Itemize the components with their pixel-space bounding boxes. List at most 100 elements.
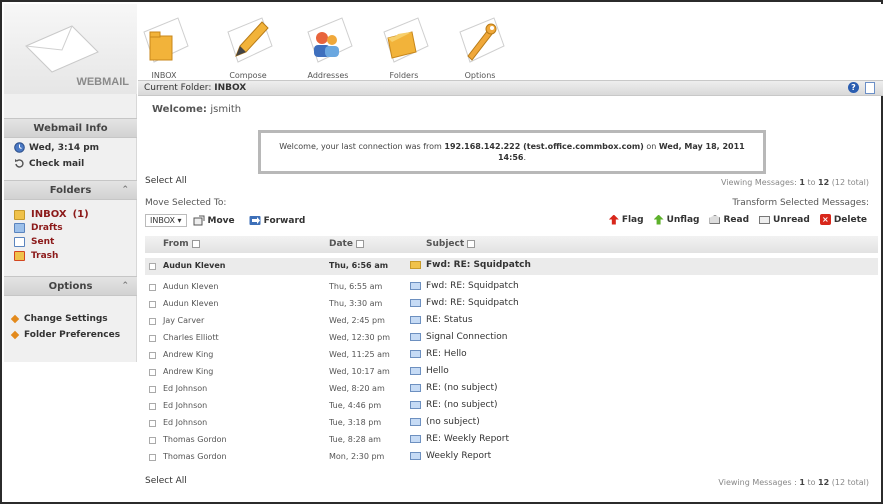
sidebar-folder-trash[interactable]: Trash	[14, 251, 58, 261]
row-checkbox[interactable]	[149, 420, 156, 427]
row-checkbox[interactable]	[149, 263, 156, 270]
last-connection-box: Welcome, your last connection was from 1…	[258, 130, 766, 174]
row-date: Tue, 8:28 am	[329, 435, 381, 444]
row-subject: Fwd: RE: Squidpatch	[410, 298, 519, 308]
row-subject-text: Fwd: RE: Squidpatch	[426, 281, 519, 291]
move-button[interactable]: Move	[193, 215, 235, 226]
row-checkbox[interactable]	[149, 301, 156, 308]
row-from: Audun Kleven	[163, 282, 219, 291]
check-mail-link[interactable]: Check mail	[14, 158, 84, 169]
table-row[interactable]: Charles Elliott Wed, 12:30 pm Signal Conne…	[145, 330, 878, 347]
unread-button[interactable]: Unread	[759, 215, 810, 225]
read-envelope-icon	[410, 333, 421, 341]
compose-pencil-icon	[227, 17, 273, 63]
toolbar-folders[interactable]: Folders	[374, 16, 434, 80]
current-folder-name: INBOX	[214, 83, 247, 93]
table-row[interactable]: Jay Carver Wed, 2:45 pm RE: Status	[145, 313, 878, 330]
row-checkbox[interactable]	[149, 284, 156, 291]
table-row[interactable]: Ed Johnson Wed, 8:20 am RE: (no subject)	[145, 381, 878, 398]
column-from-label: From	[163, 239, 189, 249]
column-from[interactable]: From	[163, 239, 200, 249]
current-folder-prefix: Current Folder:	[144, 83, 212, 93]
table-row[interactable]: Ed Johnson Tue, 4:46 pm RE: (no subject)	[145, 398, 878, 415]
sort-date-icon[interactable]	[355, 240, 364, 248]
table-row[interactable]: Audun Kleven Thu, 6:56 am Fwd: RE: Squidpa…	[145, 258, 878, 275]
inbox-count: (1)	[72, 209, 89, 220]
row-date: Mon, 2:30 pm	[329, 452, 385, 461]
unflag-icon	[653, 214, 664, 225]
delete-button[interactable]: × Delete	[819, 214, 867, 225]
read-button[interactable]: Read	[709, 215, 749, 225]
table-row[interactable]: Andrew King Wed, 11:25 am RE: Hello	[145, 347, 878, 364]
last-conn-text-mid: on	[643, 142, 659, 151]
viewing-to: 12	[818, 178, 830, 187]
table-row[interactable]: Andrew King Wed, 10:17 am Hello	[145, 364, 878, 381]
unflag-button[interactable]: Unflag	[653, 214, 700, 225]
transform-selected-label: Transform Selected Messages:	[732, 198, 869, 208]
table-row[interactable]: Thomas Gordon Mon, 2:30 pm Weekly Report	[145, 449, 878, 466]
read-envelope-icon	[410, 299, 421, 307]
addresses-people-icon	[307, 17, 353, 63]
delete-label: Delete	[833, 214, 867, 225]
move-folder-select[interactable]: INBOX ▾	[145, 214, 187, 227]
sidebar-folder-drafts[interactable]: Drafts	[14, 223, 63, 233]
table-row[interactable]: Audun Kleven Thu, 6:55 am Fwd: RE: Squidpa…	[145, 279, 878, 296]
collapse-chevron-icon[interactable]: ⌃	[121, 277, 129, 296]
collapse-chevron-icon[interactable]: ⌃	[121, 181, 129, 200]
webmail-info-title: Webmail Info	[4, 118, 137, 138]
unread-envelope-icon	[759, 215, 771, 224]
sidebar-folder-inbox[interactable]: INBOX (1)	[14, 209, 89, 220]
change-settings-link[interactable]: Change Settings	[10, 314, 108, 324]
flag-icon	[608, 214, 619, 225]
row-date: Wed, 10:17 am	[329, 367, 390, 376]
row-checkbox[interactable]	[149, 403, 156, 410]
read-envelope-icon	[410, 282, 421, 290]
move-bar: INBOX ▾ Move Forward	[145, 214, 305, 227]
envelope-logo-icon	[25, 25, 99, 73]
column-date[interactable]: Date	[329, 239, 364, 249]
row-checkbox[interactable]	[149, 454, 156, 461]
options-title[interactable]: Options ⌃	[4, 276, 137, 296]
flag-label: Flag	[621, 214, 644, 225]
current-folder-bar: Current Folder: INBOX ?	[138, 80, 883, 96]
row-subject: RE: (no subject)	[410, 400, 498, 410]
page-icon[interactable]	[865, 82, 875, 94]
folderbar-icons: ?	[848, 82, 875, 94]
table-row[interactable]: Thomas Gordon Tue, 8:28 am RE: Weekly Repo…	[145, 432, 878, 449]
row-checkbox[interactable]	[149, 335, 156, 342]
help-icon[interactable]: ?	[848, 82, 859, 93]
row-checkbox[interactable]	[149, 369, 156, 376]
row-from: Thomas Gordon	[163, 435, 227, 444]
toolbar-compose[interactable]: Compose	[218, 16, 278, 80]
viewing-prefix: Viewing Messages :	[718, 478, 797, 487]
toolbar-inbox-label: INBOX	[151, 71, 177, 80]
welcome-line: Welcome: jsmith	[152, 104, 241, 115]
toolbar-inbox[interactable]: INBOX	[134, 16, 194, 80]
row-date: Thu, 3:30 am	[329, 299, 383, 308]
row-date: Tue, 4:46 pm	[329, 401, 382, 410]
sort-subject-icon[interactable]	[467, 240, 476, 248]
table-row[interactable]: Ed Johnson Tue, 3:18 pm (no subject)	[145, 415, 878, 432]
unflag-label: Unflag	[666, 214, 700, 225]
forward-button[interactable]: Forward	[249, 215, 305, 226]
row-checkbox[interactable]	[149, 386, 156, 393]
sort-from-icon[interactable]	[191, 240, 200, 248]
sidebar-folder-sent[interactable]: Sent	[14, 237, 54, 247]
inbox-icon	[14, 209, 25, 220]
sent-icon	[14, 237, 25, 247]
folders-title[interactable]: Folders ⌃	[4, 180, 137, 200]
toolbar-options[interactable]: Options	[450, 16, 510, 80]
column-subject[interactable]: Subject	[426, 239, 476, 249]
table-row[interactable]: Audun Kleven Thu, 3:30 am Fwd: RE: Squidpa…	[145, 296, 878, 313]
row-checkbox[interactable]	[149, 352, 156, 359]
read-envelope-icon	[410, 418, 421, 426]
drafts-label: Drafts	[31, 223, 63, 233]
row-checkbox[interactable]	[149, 318, 156, 325]
row-from: Thomas Gordon	[163, 452, 227, 461]
flag-button[interactable]: Flag	[608, 214, 644, 225]
row-checkbox[interactable]	[149, 437, 156, 444]
select-all-top[interactable]: Select All	[145, 176, 187, 186]
folder-preferences-link[interactable]: Folder Preferences	[10, 330, 120, 340]
select-all-bottom[interactable]: Select All	[145, 476, 187, 486]
toolbar-addresses[interactable]: Addresses	[298, 16, 358, 80]
